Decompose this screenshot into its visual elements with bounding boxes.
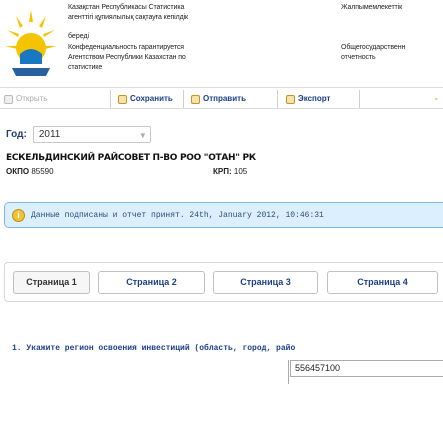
page-tabs: Страница 1 Страница 2 Страница 3 Страниц… xyxy=(4,262,443,302)
header-left-line6: статистике xyxy=(68,64,103,71)
header-left-line4: Конфеденциальность гарантируется xyxy=(68,44,184,51)
chevron-down-icon: ▼ xyxy=(138,130,147,140)
header-right-title: Жалпымемлекеттік xyxy=(341,3,443,13)
report-header: Казақстан Республикасы Статистика агентт… xyxy=(0,0,443,84)
toolbar-divider xyxy=(277,90,278,108)
export-icon xyxy=(286,94,295,104)
toolbar-divider xyxy=(183,90,184,108)
tab-page-4[interactable]: Страница 4 xyxy=(327,271,438,294)
folder-icon xyxy=(4,94,13,104)
organization-name: ЕСКЕЛЬДИНСКИЙ РАЙСОВЕТ П-ВО РОО "ОТАН" Р… xyxy=(6,153,256,163)
more-label: - xyxy=(435,94,438,103)
tab-page-1[interactable]: Страница 1 xyxy=(13,271,90,294)
question-1-label: 1. Укажите регион освоения инвестиций (о… xyxy=(12,344,296,353)
export-label: Экспорт xyxy=(298,94,331,103)
save-label: Сохранить xyxy=(130,94,173,103)
open-button[interactable]: Открыть xyxy=(4,91,47,107)
okpo-label: ОКПО xyxy=(6,167,30,176)
save-button[interactable]: Сохранить xyxy=(118,91,173,107)
status-message-box: i Данные подписаны и отчет принят. 24th,… xyxy=(4,202,443,228)
toolbar: Открыть Сохранить Отправить Экспорт - xyxy=(0,87,443,109)
open-label: Открыть xyxy=(16,94,48,103)
status-message: Данные подписаны и отчет принят. 24th, J… xyxy=(31,210,324,220)
more-button[interactable]: - xyxy=(435,91,438,107)
kpp-label: КРП: xyxy=(213,167,232,176)
header-left-line2: агенттігі құпиялылық сақтауға кепілдік xyxy=(68,14,189,21)
send-label: Отправить xyxy=(203,94,246,103)
envelope-icon xyxy=(191,94,200,104)
export-button[interactable]: Экспорт xyxy=(286,91,330,107)
header-left-line5: Агентством Республики Казахстан по xyxy=(68,54,186,61)
header-right-ru: Общегосударственн отчетность xyxy=(341,43,405,63)
header-right-line4: Общегосударственн xyxy=(341,44,406,51)
toolbar-divider xyxy=(110,90,111,108)
confidentiality-ru: Конфеденциальность гарантируется Агентст… xyxy=(68,43,258,73)
kpp-value: 105 xyxy=(233,167,248,176)
send-button[interactable]: Отправить xyxy=(191,91,246,107)
year-value: 2011 xyxy=(38,128,61,140)
year-row: Год: 2011 ▼ xyxy=(6,125,151,143)
header-left-line1: Казақстан Республикасы Статистика xyxy=(68,4,185,11)
region-code-input[interactable]: 556457100 xyxy=(290,360,443,377)
answer-divider xyxy=(288,360,289,384)
kazstat-logo-icon xyxy=(5,10,57,76)
tab-page-3[interactable]: Страница 3 xyxy=(213,271,318,294)
okpo-value: 85590 xyxy=(31,167,54,176)
year-label: Год: xyxy=(6,128,27,140)
tab-page-2[interactable]: Страница 2 xyxy=(98,271,205,294)
year-select[interactable]: 2011 ▼ xyxy=(32,125,151,143)
info-icon: i xyxy=(12,208,25,222)
confidentiality-kz: Казақстан Республикасы Статистика агентт… xyxy=(68,3,258,23)
header-right-line1: Жалпымемлекеттік xyxy=(341,4,403,11)
toolbar-divider xyxy=(359,90,360,108)
kpp-field: КРП: 105 xyxy=(213,167,247,176)
okpo-field: ОКПО 85590 xyxy=(6,167,54,176)
header-left-line3: береді xyxy=(68,33,90,40)
disk-icon xyxy=(118,94,127,104)
header-right-line5: отчетность xyxy=(341,54,376,61)
